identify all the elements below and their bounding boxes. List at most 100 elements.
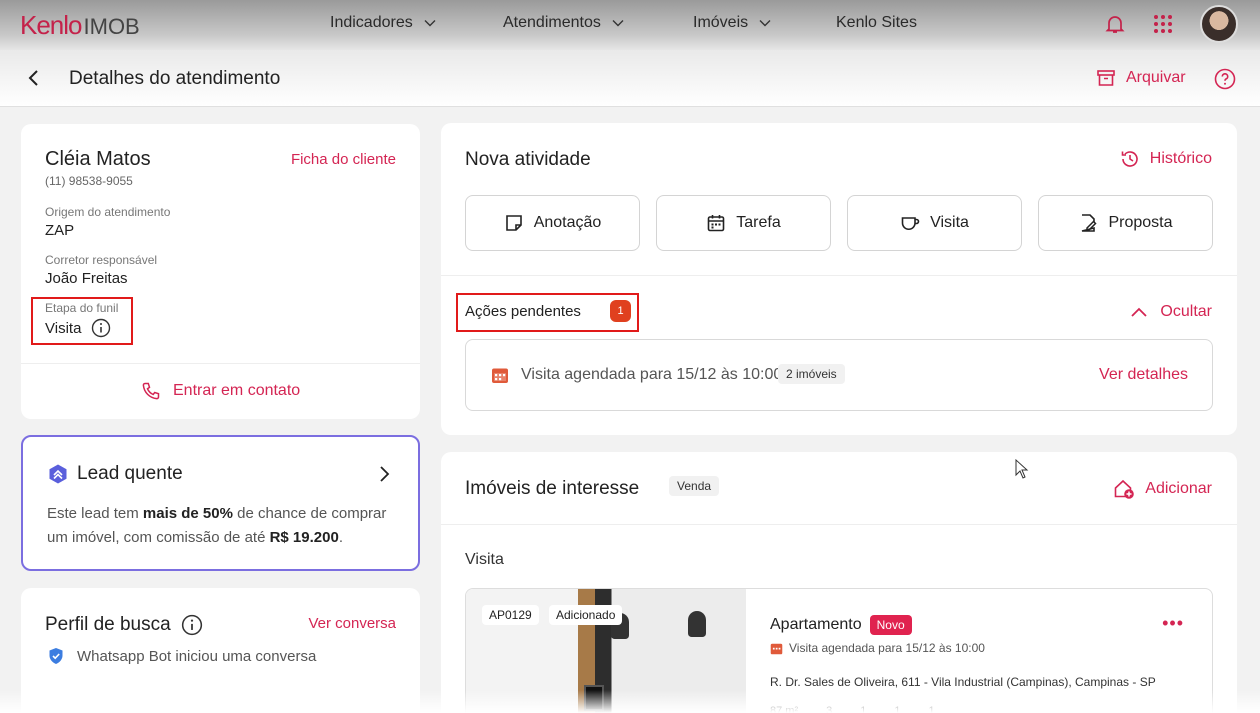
property-address: R. Dr. Sales de Oliveira, 611 - Vila Ind…: [770, 675, 1156, 689]
proposta-button[interactable]: Proposta: [1038, 195, 1213, 251]
chevron-right-icon[interactable]: [376, 465, 392, 483]
suites-stat: 1: [860, 705, 867, 713]
bathrooms-stat: 1: [894, 705, 901, 713]
tarefa-button[interactable]: Tarefa: [656, 195, 831, 251]
parking-stat: 1: [928, 705, 935, 713]
pending-action-item: Visita agendada para 15/12 às 10:00 2 im…: [465, 339, 1213, 411]
client-name: Cléia Matos: [45, 148, 151, 170]
apps-grid-icon[interactable]: [1152, 13, 1174, 35]
help-question-icon[interactable]: [1214, 68, 1236, 90]
lead-hex-icon: [49, 464, 67, 484]
archive-box-icon: [1097, 70, 1115, 86]
page-title: Detalhes do atendimento: [69, 68, 281, 89]
logo-product: IMOB: [83, 14, 140, 39]
kenlo-imob-logo[interactable]: KenloIMOB: [20, 10, 140, 41]
adicionar-label: Adicionar: [1145, 480, 1212, 497]
chevron-down-icon: [424, 20, 436, 27]
phone-icon: [142, 382, 160, 400]
bedrooms-stat: 3: [826, 705, 833, 713]
property-status-tag: Adicionado: [549, 605, 623, 625]
whatsapp-text: Whatsapp Bot iniciou uma conversa: [77, 647, 317, 665]
history-clock-icon: [1121, 151, 1138, 167]
nav-imoveis[interactable]: Imóveis: [693, 14, 772, 32]
more-options-icon[interactable]: •••: [1162, 613, 1184, 634]
logo-brand: Kenlo: [20, 10, 82, 40]
cup-icon: [901, 217, 920, 231]
visita-button[interactable]: Visita: [847, 195, 1022, 251]
visita-label: Visita: [930, 214, 969, 231]
anotacao-label: Anotação: [533, 214, 602, 231]
calendar-icon: [770, 643, 783, 654]
pending-action-text: Visita agendada para 15/12 às 10:00: [521, 366, 783, 383]
property-card[interactable]: AP0129 Adicionado Apartamento Novo ••• V…: [465, 588, 1213, 713]
property-stats: 87 m² 3 1 1 1: [770, 705, 935, 713]
nav-atendimentos[interactable]: Atendimentos: [503, 14, 625, 32]
verified-badge-icon: [49, 648, 63, 664]
client-card: Cléia Matos (11) 98538-9055 Ficha do cli…: [21, 124, 420, 419]
etapa-label: Etapa do funil: [45, 301, 119, 315]
property-code-tag: AP0129: [482, 605, 539, 625]
perfil-title: Perfil de busca: [45, 614, 171, 635]
back-arrow-icon[interactable]: [24, 68, 44, 88]
lead-description: Este lead tem mais de 50% de chance de c…: [47, 502, 407, 550]
property-visit-row: Visita agendada para 15/12 às 10:00: [770, 641, 985, 655]
chevron-up-icon: [1131, 307, 1148, 317]
nav-actions: [1104, 5, 1238, 43]
lead-commission: R$ 19.200: [269, 529, 339, 546]
divider: [21, 363, 420, 364]
lead-text-part: .: [338, 529, 343, 546]
mouse-cursor-icon: [1015, 459, 1029, 479]
archive-label: Arquivar: [1126, 69, 1186, 86]
lead-quente-card[interactable]: Lead quente Este lead tem mais de 50% de…: [21, 435, 420, 571]
ocultar-button[interactable]: Ocultar: [1130, 303, 1212, 321]
calendar-icon: [707, 215, 725, 232]
ficha-cliente-link[interactable]: Ficha do cliente: [291, 151, 396, 168]
imoveis-count-tag: 2 imóveis: [778, 364, 845, 384]
visita-section-label: Visita: [465, 551, 504, 568]
etapa-value: Visita: [45, 319, 82, 337]
acoes-pendentes-label: Ações pendentes: [465, 303, 581, 320]
perfil-busca-card: Perfil de busca Ver conversa Whatsapp Bo…: [21, 588, 420, 713]
venda-tag: Venda: [669, 476, 720, 496]
top-navigation: KenloIMOB Indicadores Atendimentos Imóve…: [0, 0, 1260, 50]
nav-kenlo-sites-label: Kenlo Sites: [836, 14, 917, 31]
lead-title: Lead quente: [77, 463, 183, 484]
nav-atendimentos-label: Atendimentos: [503, 14, 601, 31]
user-avatar[interactable]: [1200, 5, 1238, 43]
note-icon: [505, 215, 522, 231]
chevron-down-icon: [759, 20, 771, 27]
entrar-em-contato-label: Entrar em contato: [173, 382, 301, 399]
corretor-label: Corretor responsável: [45, 253, 158, 267]
property-type-row: Apartamento Novo: [770, 615, 912, 635]
nav-indicadores-label: Indicadores: [330, 14, 413, 31]
ver-conversa-link[interactable]: Ver conversa: [308, 615, 396, 632]
anotacao-button[interactable]: Anotação: [465, 195, 640, 251]
pendentes-count-badge: 1: [610, 300, 631, 322]
entrar-em-contato-button[interactable]: Entrar em contato: [141, 381, 300, 401]
nav-indicadores[interactable]: Indicadores: [330, 14, 437, 32]
nova-atividade-card: Nova atividade Histórico Anotação Tarefa…: [441, 123, 1237, 435]
lamp-decoration: [688, 611, 706, 637]
adicionar-imovel-button[interactable]: Adicionar: [1113, 478, 1212, 500]
ver-detalhes-link[interactable]: Ver detalhes: [1099, 366, 1188, 384]
origem-value: ZAP: [45, 222, 75, 239]
archive-button[interactable]: Arquivar: [1096, 68, 1186, 88]
divider: [441, 524, 1237, 525]
imoveis-interesse-card: Imóveis de interesse Venda Adicionar Vis…: [441, 452, 1237, 713]
bell-icon[interactable]: [1104, 13, 1126, 35]
property-visit-text: Visita agendada para 15/12 às 10:00: [789, 641, 985, 655]
oven-decoration: [584, 685, 604, 711]
info-icon[interactable]: [181, 614, 203, 636]
nova-atividade-title: Nova atividade: [465, 149, 591, 170]
ocultar-label: Ocultar: [1160, 303, 1212, 320]
client-phone: (11) 98538-9055: [45, 174, 133, 188]
property-type: Apartamento: [770, 616, 862, 633]
imoveis-interesse-title: Imóveis de interesse: [465, 478, 640, 499]
etapa-row: Visita: [45, 318, 111, 338]
historico-label: Histórico: [1149, 150, 1212, 167]
corretor-value: João Freitas: [45, 270, 128, 287]
historico-button[interactable]: Histórico: [1120, 149, 1212, 169]
nav-kenlo-sites[interactable]: Kenlo Sites: [836, 14, 917, 32]
lead-chance: mais de 50%: [142, 505, 233, 522]
info-icon[interactable]: [91, 318, 111, 338]
